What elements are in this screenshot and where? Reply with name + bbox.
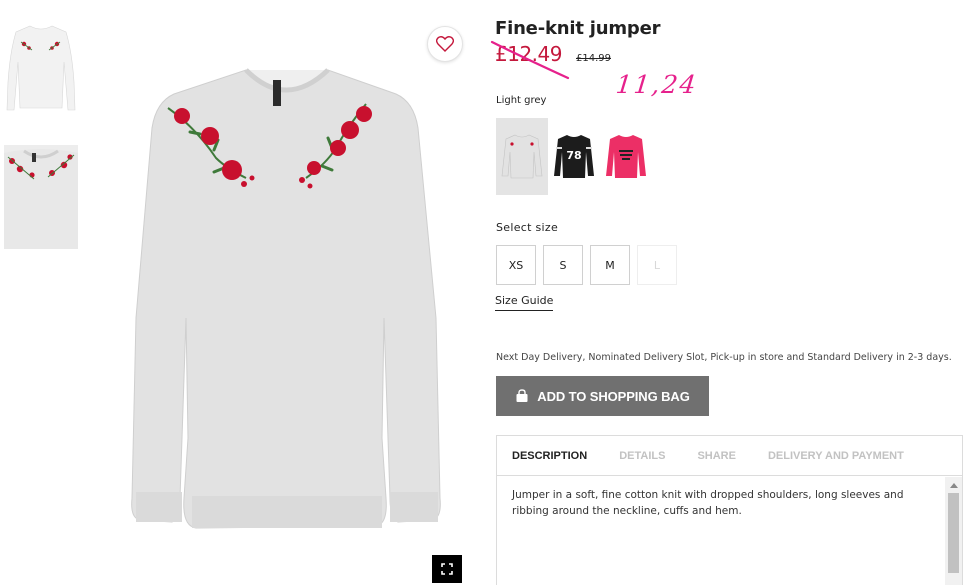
product-title: Fine-knit jumper	[495, 18, 661, 39]
main-product-image	[96, 18, 472, 585]
swatch-black-78[interactable]: 78	[548, 118, 600, 195]
jumper-image	[131, 68, 441, 529]
thumbnail-front[interactable]	[4, 22, 78, 112]
thumbnail-front-image	[6, 25, 76, 111]
size-m-button[interactable]: M	[590, 245, 630, 285]
select-size-label: Select size	[496, 221, 559, 234]
color-swatches: 78	[496, 118, 652, 195]
size-options: XS S M L	[496, 245, 677, 285]
size-guide-link[interactable]: Size Guide	[495, 294, 554, 311]
thumbnail-detail[interactable]	[4, 145, 78, 249]
shopping-bag-icon	[516, 389, 528, 402]
heart-icon	[436, 36, 454, 52]
add-to-shopping-bag-label: ADD TO SHOPPING BAG	[537, 388, 690, 404]
delivery-note: Next Day Delivery, Nominated Delivery Sl…	[496, 352, 952, 363]
scroll-thumb[interactable]	[948, 493, 959, 573]
swatch-pink[interactable]	[600, 118, 652, 195]
tab-description[interactable]: DESCRIPTION	[512, 450, 587, 462]
tab-delivery-and-payment[interactable]: DELIVERY AND PAYMENT	[768, 450, 904, 462]
swatch-black-78-image: 78	[554, 134, 594, 178]
thumbnail-detail-image	[4, 149, 78, 249]
handwritten-price-note: 11,24	[614, 70, 700, 99]
swatch-pink-image	[606, 134, 646, 178]
product-info-panel: DESCRIPTION DETAILS SHARE DELIVERY AND P…	[496, 435, 963, 585]
description-text: Jumper in a soft, fine cotton knit with …	[512, 489, 904, 517]
size-l-button: L	[637, 245, 677, 285]
size-xs-button[interactable]: XS	[496, 245, 536, 285]
tab-details[interactable]: DETAILS	[619, 450, 665, 462]
description-scrollbar[interactable]	[945, 477, 962, 585]
size-s-button[interactable]: S	[543, 245, 583, 285]
swatch-light-grey[interactable]	[496, 118, 548, 195]
tab-share[interactable]: SHARE	[697, 450, 736, 462]
add-to-favourites-button[interactable]	[427, 26, 463, 62]
original-price: £14.99	[576, 53, 611, 64]
fullscreen-button[interactable]	[432, 555, 462, 583]
swatch-light-grey-image	[501, 134, 543, 178]
sale-price: £12.49	[495, 42, 562, 66]
color-label: Light grey	[496, 95, 547, 106]
product-info-tabs: DESCRIPTION DETAILS SHARE DELIVERY AND P…	[497, 436, 962, 476]
scroll-up-arrow-icon[interactable]	[950, 483, 958, 488]
add-to-shopping-bag-button[interactable]: ADD TO SHOPPING BAG	[496, 376, 709, 416]
fullscreen-icon	[441, 563, 453, 575]
svg-text:78: 78	[566, 149, 581, 162]
